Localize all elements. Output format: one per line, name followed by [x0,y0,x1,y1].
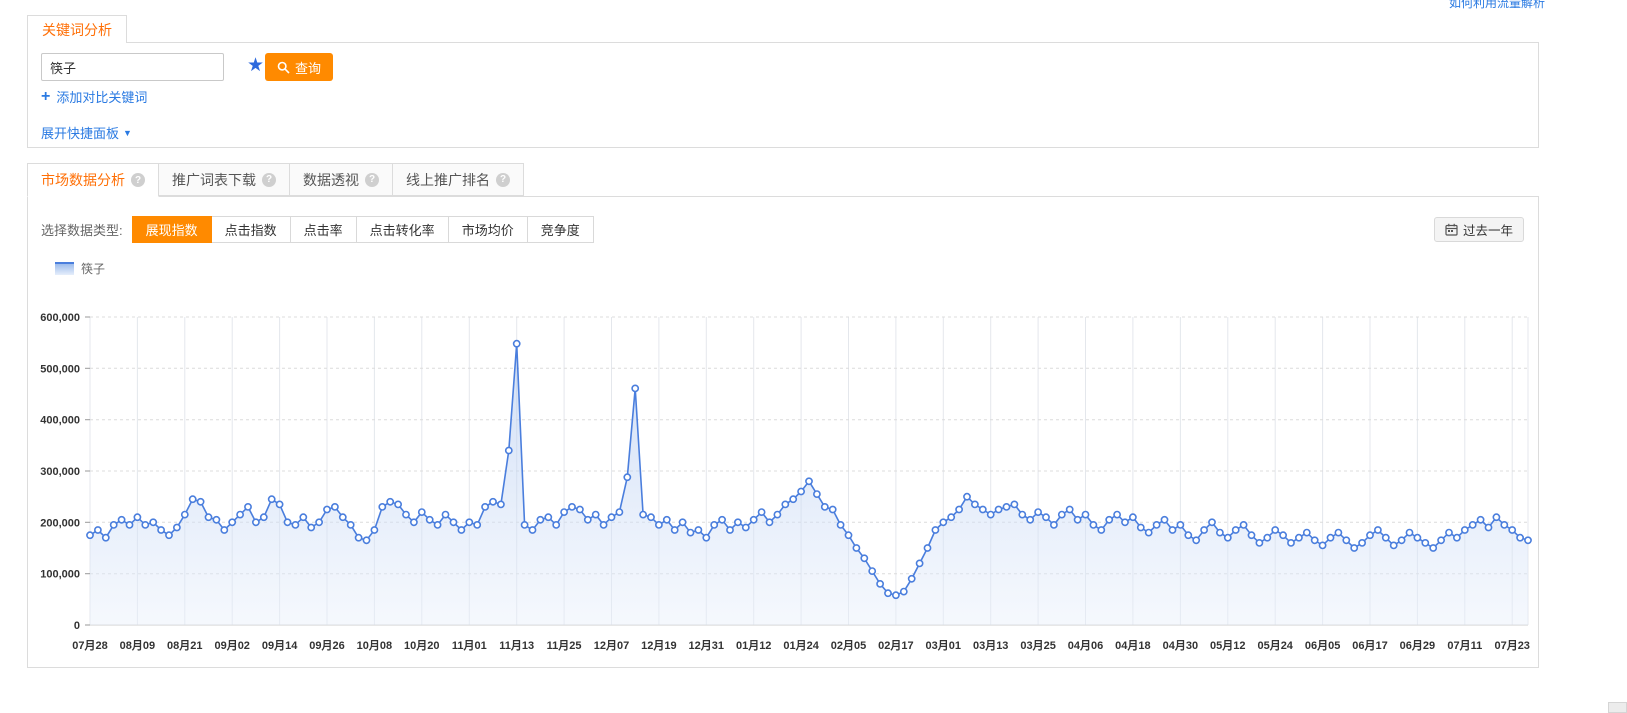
tab-keyword-analysis[interactable]: 关键词分析 [27,15,127,43]
data-type-button-5[interactable]: 竞争度 [527,216,594,243]
svg-text:06月05: 06月05 [1305,639,1340,652]
svg-text:300,000: 300,000 [40,466,80,478]
expand-quick-panel-link[interactable]: 展开快捷面板 ▼ [41,123,132,142]
analysis-tab-label: 推广词表下载 [172,170,256,190]
svg-text:12月07: 12月07 [594,639,629,652]
query-button-label: 查询 [295,58,321,77]
svg-text:07月28: 07月28 [72,639,107,652]
keyword-search-panel: ★ 查询 + 添加对比关键词 展开快捷面板 ▼ [27,42,1539,148]
svg-text:400,000: 400,000 [40,415,80,427]
analysis-tab-label: 线上推广排名 [406,170,490,190]
analysis-tab-1[interactable]: 推广词表下载? [158,163,290,196]
svg-text:500,000: 500,000 [40,363,80,375]
svg-text:01月24: 01月24 [783,639,819,652]
analysis-tab-0[interactable]: 市场数据分析? [27,163,159,197]
query-button[interactable]: 查询 [265,53,333,81]
data-type-button-3[interactable]: 点击转化率 [356,216,449,243]
how-to-use-traffic-analysis-link[interactable]: 如何利用流量解析 [1449,0,1545,11]
analysis-tab-label: 数据透视 [303,170,359,190]
keyword-input[interactable] [41,53,224,81]
analysis-tab-2[interactable]: 数据透视? [289,163,393,196]
svg-text:11月25: 11月25 [547,639,582,652]
svg-text:08月09: 08月09 [120,639,155,652]
data-type-button-4[interactable]: 市场均价 [448,216,528,243]
expand-panel-label: 展开快捷面板 [41,123,119,142]
svg-text:11月13: 11月13 [499,639,534,652]
date-range-label: 过去一年 [1463,220,1513,239]
help-icon[interactable]: ? [262,173,276,187]
analysis-tab-3[interactable]: 线上推广排名? [392,163,524,196]
svg-text:10月08: 10月08 [357,639,392,652]
svg-text:03月01: 03月01 [926,639,961,652]
svg-text:12月31: 12月31 [689,639,724,652]
svg-text:04月30: 04月30 [1163,639,1198,652]
search-icon [277,61,290,74]
svg-text:0: 0 [74,620,80,632]
svg-text:07月23: 07月23 [1494,639,1529,652]
svg-text:09月14: 09月14 [262,639,298,652]
svg-text:08月21: 08月21 [167,639,202,652]
svg-text:02月05: 02月05 [831,639,866,652]
svg-text:06月29: 06月29 [1400,639,1435,652]
plus-icon: + [41,89,50,105]
svg-text:200,000: 200,000 [40,517,80,529]
add-compare-label: 添加对比关键词 [56,87,147,106]
legend-label: 筷子 [81,260,105,277]
help-icon[interactable]: ? [131,173,145,187]
svg-text:09月02: 09月02 [214,639,249,652]
svg-text:03月25: 03月25 [1020,639,1055,652]
svg-text:01月12: 01月12 [736,639,771,652]
data-type-button-1[interactable]: 点击指数 [211,216,291,243]
trend-chart-container: 07月28 08月09 08月21 09月02 09月14 09月26 10月08 10月20… [28,282,1538,662]
svg-text:05月12: 05月12 [1210,639,1245,652]
svg-text:07月11: 07月11 [1447,639,1482,652]
svg-text:02月17: 02月17 [878,639,913,652]
favorite-star-icon[interactable]: ★ [247,52,264,80]
add-compare-keyword-link[interactable]: + 添加对比关键词 [41,87,147,106]
svg-text:11月01: 11月01 [452,639,487,652]
data-type-label: 选择数据类型: [41,220,123,239]
analysis-tab-bar: 市场数据分析?推广词表下载?数据透视?线上推广排名? [27,163,523,197]
data-type-row: 选择数据类型: 展现指数点击指数点击率点击转化率市场均价竞争度 过去一年 [41,216,1524,243]
svg-text:03月13: 03月13 [973,639,1008,652]
chart-legend: 筷子 [55,260,105,277]
help-icon[interactable]: ? [365,173,379,187]
trend-chart[interactable]: 07月28 08月09 08月21 09月02 09月14 09月26 10月08 10月20… [28,282,1538,662]
data-type-button-group: 展现指数点击指数点击率点击转化率市场均价竞争度 [133,216,594,243]
svg-text:12月19: 12月19 [641,639,676,652]
svg-text:04月06: 04月06 [1068,639,1103,652]
calendar-icon [1445,223,1458,236]
svg-text:600,000: 600,000 [40,312,80,324]
data-type-button-0[interactable]: 展现指数 [132,216,212,243]
legend-swatch [55,262,74,275]
svg-text:06月17: 06月17 [1352,639,1387,652]
data-type-button-2[interactable]: 点击率 [290,216,357,243]
svg-text:10月20: 10月20 [404,639,439,652]
analysis-tab-label: 市场数据分析 [41,170,125,190]
market-data-panel: 选择数据类型: 展现指数点击指数点击率点击转化率市场均价竞争度 过去一年 筷子 … [27,196,1539,668]
svg-text:05月24: 05月24 [1257,639,1293,652]
svg-text:04月18: 04月18 [1115,639,1150,652]
svg-text:09月26: 09月26 [309,639,344,652]
chevron-down-icon: ▼ [123,128,132,138]
svg-text:100,000: 100,000 [40,569,80,581]
date-range-button[interactable]: 过去一年 [1434,217,1524,242]
floating-widget[interactable] [1608,702,1627,713]
help-icon[interactable]: ? [496,173,510,187]
